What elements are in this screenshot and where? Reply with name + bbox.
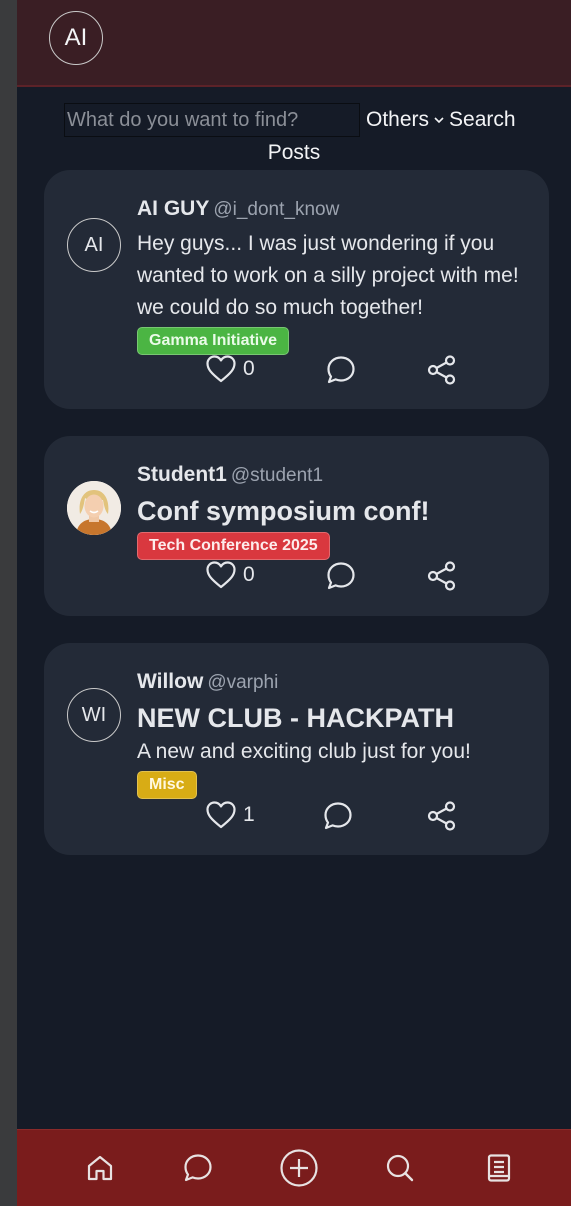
comment-icon — [324, 802, 352, 830]
search-icon — [386, 1154, 414, 1182]
post-actions: 0 — [44, 560, 549, 594]
author-avatar[interactable]: WI — [67, 688, 121, 742]
like-count: 0 — [243, 563, 255, 586]
bottom-nav — [17, 1129, 571, 1206]
nav-add-post-button[interactable] — [279, 1148, 319, 1188]
post-body: Hey guys... I was just wondering if you … — [137, 232, 519, 319]
share-icon — [427, 561, 456, 591]
comment-button[interactable] — [325, 560, 357, 592]
heart-icon — [206, 801, 236, 829]
author-line: Student1 @student1 — [137, 462, 531, 489]
like-count: 0 — [243, 357, 255, 380]
chat-icon — [184, 1154, 212, 1182]
search-button[interactable]: Search — [449, 108, 516, 132]
comment-icon — [327, 356, 355, 384]
like-button[interactable]: 1 — [205, 800, 255, 830]
post-tag[interactable]: Tech Conference 2025 — [137, 532, 330, 560]
nav-chat-button[interactable] — [178, 1148, 218, 1188]
post-actions: 0 — [44, 354, 549, 388]
author-name[interactable]: Willow — [137, 670, 203, 693]
author-name[interactable]: AI GUY — [137, 197, 209, 220]
search-input[interactable] — [64, 103, 360, 137]
author-avatar[interactable] — [67, 481, 121, 535]
author-name[interactable]: Student1 — [137, 463, 227, 486]
nav-notebook-button[interactable] — [479, 1148, 519, 1188]
comment-button[interactable] — [325, 354, 357, 386]
share-button[interactable] — [426, 800, 458, 832]
notebook-icon — [487, 1154, 511, 1182]
heart-icon — [206, 355, 236, 383]
profile-photo-icon — [67, 481, 121, 535]
app-window: AI Others Search Posts AI AI GUY@i_dont_… — [17, 0, 571, 1206]
post-actions: 1 — [44, 800, 549, 834]
share-button[interactable] — [426, 560, 458, 592]
like-button[interactable]: 0 — [205, 560, 255, 590]
comment-button[interactable] — [322, 800, 354, 832]
post-card[interactable]: AI AI GUY @i_dont_know Hey guys... I was … — [44, 170, 549, 409]
top-bar: AI — [17, 0, 571, 87]
author-handle[interactable]: @varphi — [207, 672, 278, 693]
nav-home-button[interactable] — [80, 1148, 120, 1188]
post-tag[interactable]: Misc — [137, 771, 197, 799]
author-line: AI GUY @i_dont_know — [137, 196, 531, 223]
post-card[interactable]: WI Willow @varphi NEW CLUB - HACKPATH A n… — [44, 643, 549, 855]
profile-avatar-button[interactable]: AI — [49, 11, 103, 65]
share-icon — [427, 355, 456, 385]
nav-search-button[interactable] — [380, 1148, 420, 1188]
like-count: 1 — [243, 803, 255, 826]
post-title: NEW CLUB - HACKPATH — [137, 703, 454, 733]
add-post-icon — [280, 1149, 318, 1187]
posts-heading: Posts — [267, 141, 321, 164]
home-icon — [87, 1155, 113, 1181]
post-body: A new and exciting club just for you! — [137, 740, 471, 763]
share-button[interactable] — [426, 354, 458, 386]
heart-icon — [206, 561, 236, 589]
post-title: Conf symposium conf! — [137, 496, 430, 526]
chevron-down-icon — [434, 117, 444, 124]
filter-select[interactable]: Others — [366, 108, 447, 132]
post-card[interactable]: Student1 @student1 Conf symposium conf! T… — [44, 436, 549, 616]
share-icon — [427, 801, 456, 831]
post-tag[interactable]: Gamma Initiative — [137, 327, 290, 355]
author-avatar[interactable]: AI — [67, 218, 121, 272]
author-handle[interactable]: @i_dont_know — [213, 199, 339, 220]
comment-icon — [327, 562, 355, 590]
like-button[interactable]: 0 — [205, 354, 255, 384]
author-handle[interactable]: @student1 — [231, 465, 323, 486]
filter-select-value: Others — [366, 108, 430, 131]
author-line: Willow @varphi — [137, 669, 531, 696]
search-bar: Others Search — [64, 103, 544, 137]
